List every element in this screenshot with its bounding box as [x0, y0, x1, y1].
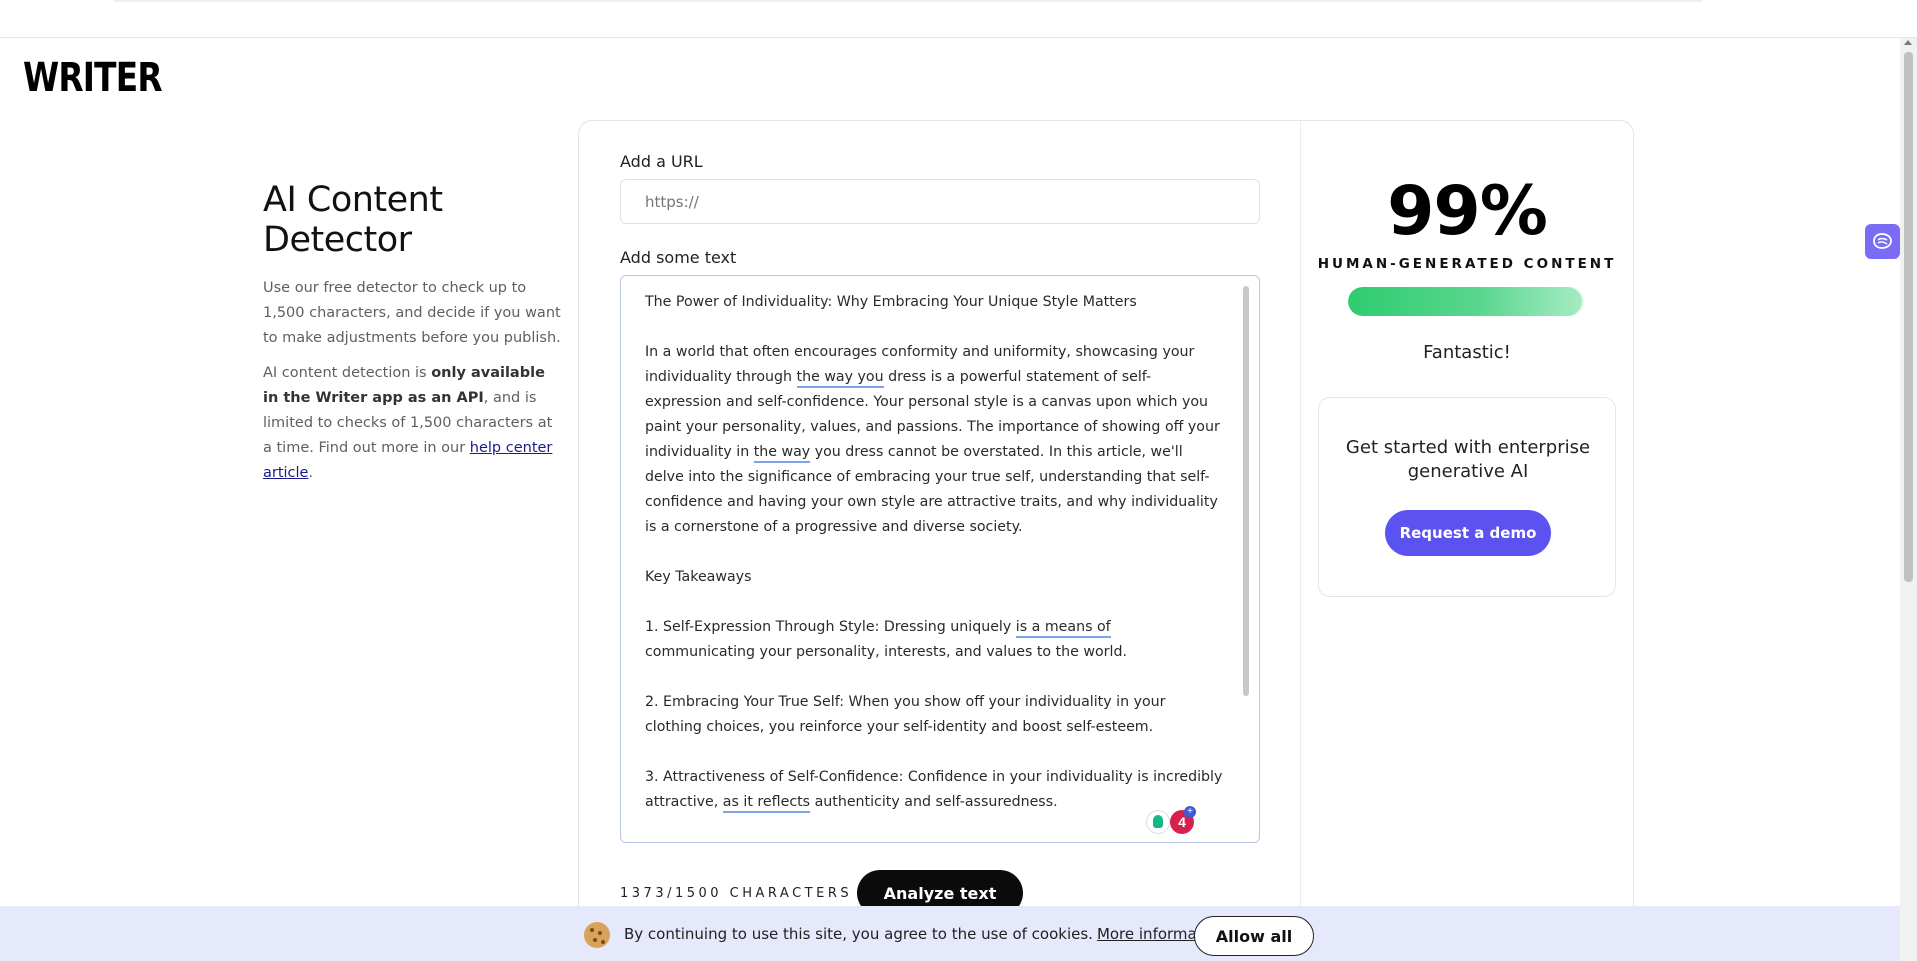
- verdict-text: Fantastic!: [1423, 342, 1511, 363]
- takeaway-2: 2. Embracing Your True Self: When you sh…: [645, 694, 1166, 735]
- url-label: Add a URL: [620, 152, 703, 171]
- grammar-underline[interactable]: the way you: [796, 369, 884, 388]
- score-progress-bar: [1348, 287, 1584, 316]
- grammar-underline[interactable]: as it reflects: [722, 794, 811, 813]
- t3-part-b: authenticity and self-assuredness.: [810, 794, 1058, 810]
- text-label: Add some text: [620, 248, 737, 267]
- api-note: AI content detection is only available i…: [263, 361, 563, 486]
- lightbulb-icon[interactable]: [1146, 810, 1170, 834]
- grammar-underline[interactable]: the way: [753, 444, 811, 463]
- request-demo-button[interactable]: Request a demo: [1385, 510, 1551, 556]
- scroll-up-arrow-icon[interactable]: [1904, 40, 1912, 45]
- cookie-text: By continuing to use this site, you agre…: [624, 925, 1225, 943]
- score-label: HUMAN-GENERATED CONTENT: [1317, 256, 1617, 272]
- t1-part-b: communicating your personality, interest…: [645, 644, 1127, 660]
- text-input-area[interactable]: The Power of Individuality: Why Embracin…: [620, 275, 1260, 843]
- t1-part-a: 1. Self-Expression Through Style: Dressi…: [645, 619, 1016, 635]
- page-scrollbar-thumb[interactable]: [1904, 52, 1913, 582]
- demo-title: Get started with enterprise generative A…: [1345, 437, 1591, 482]
- side-widget-button[interactable]: [1865, 224, 1900, 259]
- grammar-underline[interactable]: is a means of: [1015, 619, 1111, 638]
- intro-panel: AI Content Detector Use our free detecto…: [263, 180, 563, 486]
- key-takeaways-heading: Key Takeaways: [645, 569, 752, 585]
- text-paragraph-1: In a world that often encourages conform…: [645, 340, 1225, 540]
- page-title: AI Content Detector: [263, 180, 443, 260]
- text-title: The Power of Individuality: Why Embracin…: [645, 294, 1137, 310]
- allow-all-button[interactable]: Allow all: [1194, 916, 1314, 956]
- cookie-icon: [584, 922, 610, 948]
- text-content[interactable]: The Power of Individuality: Why Embracin…: [645, 290, 1225, 840]
- plus-icon[interactable]: +: [1184, 806, 1196, 818]
- cookie-message: By continuing to use this site, you agre…: [624, 925, 1093, 943]
- cookie-banner: By continuing to use this site, you agre…: [0, 906, 1900, 961]
- browser-top-bar: [0, 0, 1917, 38]
- character-count: 1373/1500 CHARACTERS: [620, 886, 853, 901]
- api-note-end: .: [308, 465, 314, 481]
- grammarly-widget[interactable]: 4 +: [1146, 806, 1202, 836]
- page-scrollbar[interactable]: [1900, 38, 1917, 961]
- textbox-scrollbar[interactable]: [1243, 286, 1249, 696]
- url-input[interactable]: [620, 179, 1260, 224]
- score-progress-fill: [1348, 287, 1582, 316]
- demo-card: Get started with enterprise generative A…: [1318, 397, 1616, 597]
- takeaway-3: 3. Attractiveness of Self-Confidence: Co…: [645, 765, 1225, 815]
- api-note-prefix: AI content detection is: [263, 365, 432, 381]
- takeaway-1: 1. Self-Expression Through Style: Dressi…: [645, 615, 1225, 665]
- writer-logo[interactable]: WRITER: [23, 55, 163, 101]
- score-value: 99%: [1387, 172, 1548, 251]
- intro-description: Use our free detector to check up to 1,5…: [263, 280, 561, 346]
- top-divider: [114, 0, 1702, 2]
- brain-icon: [1873, 233, 1892, 249]
